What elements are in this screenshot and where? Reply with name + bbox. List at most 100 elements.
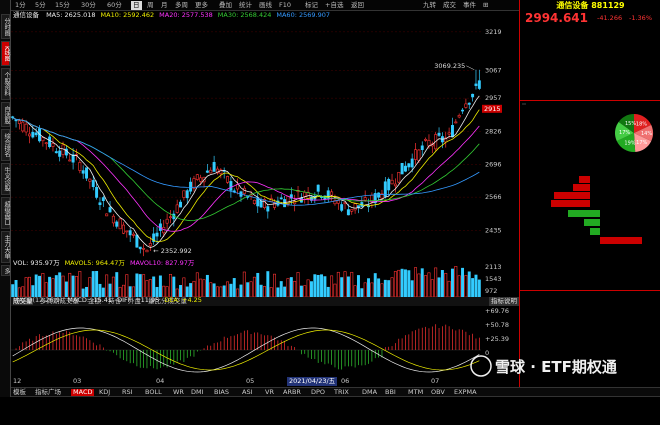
indicator-tab[interactable]: BIAS (214, 389, 229, 396)
volume-bar (373, 273, 377, 298)
volume-bar (320, 274, 324, 298)
indicator-tab[interactable]: EXPMA (454, 389, 477, 396)
volume-panel[interactable]: 2113 1543 972 VOL: 935.97万 MAVOL5: 964.47万 M… (11, 259, 519, 306)
sidebar-tab[interactable]: 牛叉诊股 (1, 163, 10, 195)
indicator-tab[interactable]: DMI (191, 389, 204, 396)
sidebar-tab[interactable]: 个股资料 (1, 68, 10, 100)
date-tick: 05 (246, 377, 255, 385)
volume-bar (414, 267, 418, 298)
candle-body (48, 136, 52, 148)
candle-body (148, 243, 152, 247)
tool-button[interactable]: 标记 (303, 1, 320, 10)
period-tab[interactable]: 30分 (79, 1, 98, 10)
tool-button[interactable]: 叠加 (217, 1, 234, 10)
tool-button[interactable]: 统计 (237, 1, 254, 10)
price-axis-label: 3219 (485, 28, 502, 36)
candle-body (135, 234, 139, 248)
kline-panel[interactable]: 通信设备 MA5: 2625.018 MA10: 2592.462 MA20: 25… (11, 11, 519, 261)
tool-button[interactable]: 返回 (349, 1, 366, 10)
indicator-tab[interactable]: TRIX (334, 389, 349, 396)
volume-bar (283, 286, 287, 298)
candle-body (85, 167, 89, 179)
volume-bar (430, 279, 434, 298)
period-tab[interactable]: 月 (159, 1, 170, 10)
sidebar-tab[interactable]: 综合排名 (1, 129, 10, 161)
sidebar-tab[interactable]: 超级盘口 (1, 197, 10, 229)
candle-body (44, 142, 48, 145)
fund-pie-chart: 18%14%17%19%17%15% (615, 114, 653, 152)
volume-bar (226, 281, 230, 298)
sidebar-tab[interactable]: K线图 (1, 41, 10, 66)
high-annotation: 3069.235 (434, 62, 465, 70)
period-tab[interactable]: 15分 (53, 1, 72, 10)
indicator-tab[interactable]: DMA (362, 389, 377, 396)
volume-bar (276, 287, 280, 298)
indicator-help-button[interactable]: 指标说明 (489, 297, 519, 306)
inflow-bar (573, 184, 590, 191)
indicator-tab[interactable]: VR (265, 389, 274, 396)
indicator-tab[interactable]: BBI (385, 389, 396, 396)
toolbar-right-item[interactable]: 九转 (421, 1, 438, 10)
volume-bar (326, 286, 330, 298)
volume-bar (367, 278, 371, 298)
volume-axis-label: 2113 (485, 263, 502, 271)
candle-body (34, 132, 38, 136)
macd-chart[interactable]: +69.76+50.78+25.390 (11, 305, 519, 385)
toolbar-right-item[interactable]: 事件 (461, 1, 478, 10)
candle-body (461, 109, 465, 112)
sidebar-tab[interactable]: 分时图 (1, 14, 10, 39)
volume-bar (343, 271, 347, 298)
sidebar-tab[interactable]: 主力大单 (1, 231, 10, 263)
volume-bar (182, 277, 186, 298)
indicator-tab[interactable]: DPO (311, 389, 325, 396)
watermark-text: 雪球 · ETF期权通 (495, 358, 617, 376)
period-tab[interactable]: 周 (145, 1, 156, 10)
volume-bar (51, 278, 55, 298)
period-tab[interactable]: 日 (131, 1, 142, 10)
volume-bar (266, 271, 270, 298)
volume-bar (437, 277, 441, 298)
sidebar-tab[interactable]: 多 (1, 265, 10, 276)
tool-button[interactable]: F10 (277, 1, 293, 10)
volume-bar (148, 279, 152, 298)
toolbar-right-item[interactable]: ⊞ (481, 1, 490, 10)
indicator-tab[interactable]: RSI (122, 389, 133, 396)
period-tab[interactable]: 更多 (193, 1, 210, 10)
indicator-tab[interactable]: ARBR (283, 389, 301, 396)
indicator-tab[interactable]: ASI (242, 389, 253, 396)
indicator-tab[interactable]: KDJ (99, 389, 110, 396)
period-tab[interactable]: 5分 (33, 1, 48, 10)
macd-legend-item: MACD: -15.41 (67, 296, 113, 304)
quote-row (524, 54, 660, 63)
period-tab[interactable]: 1分 (13, 1, 28, 10)
pie-label: 17% (636, 140, 647, 146)
volume-bar (407, 270, 411, 298)
indicator-tab[interactable]: WR (173, 389, 184, 396)
indicator-tab[interactable]: MACD (71, 389, 95, 396)
macd-legend-item: DEA: +4.25 (164, 296, 202, 304)
indicator-tab[interactable]: BOLL (145, 389, 162, 396)
candle-body (108, 207, 112, 213)
tool-button[interactable]: 画线 (257, 1, 274, 10)
candle-body (474, 83, 478, 86)
volume-bar (454, 266, 458, 298)
indicator-tab[interactable]: OBV (431, 389, 445, 396)
inflow-bar (551, 200, 590, 207)
volume-bar (296, 272, 300, 298)
indicator-tab[interactable]: 模板 (13, 389, 26, 396)
kline-chart[interactable]: 3219 3067 2957 2826 2696 2566 2435 2915 3069.235… (11, 11, 519, 261)
macd-axis-label: +50.78 (485, 321, 509, 329)
period-tab[interactable]: 60分 (105, 1, 124, 10)
toolbar-right-item[interactable]: 成交 (441, 1, 458, 10)
indicator-tab[interactable]: MTM (408, 389, 423, 396)
sidebar-tab[interactable]: 自选股 (1, 102, 10, 127)
period-tab[interactable]: 多周 (173, 1, 190, 10)
volume-legend-item: VOL: 935.97万 (13, 259, 60, 267)
volume-bar (219, 286, 223, 298)
volume-bar (444, 273, 448, 298)
indicator-tab[interactable]: 指标广场 (35, 389, 61, 396)
candle-body (363, 197, 367, 201)
fund-analysis-tab[interactable] (522, 103, 526, 105)
volume-bar (91, 271, 95, 298)
tool-button[interactable]: +自选 (323, 1, 345, 10)
